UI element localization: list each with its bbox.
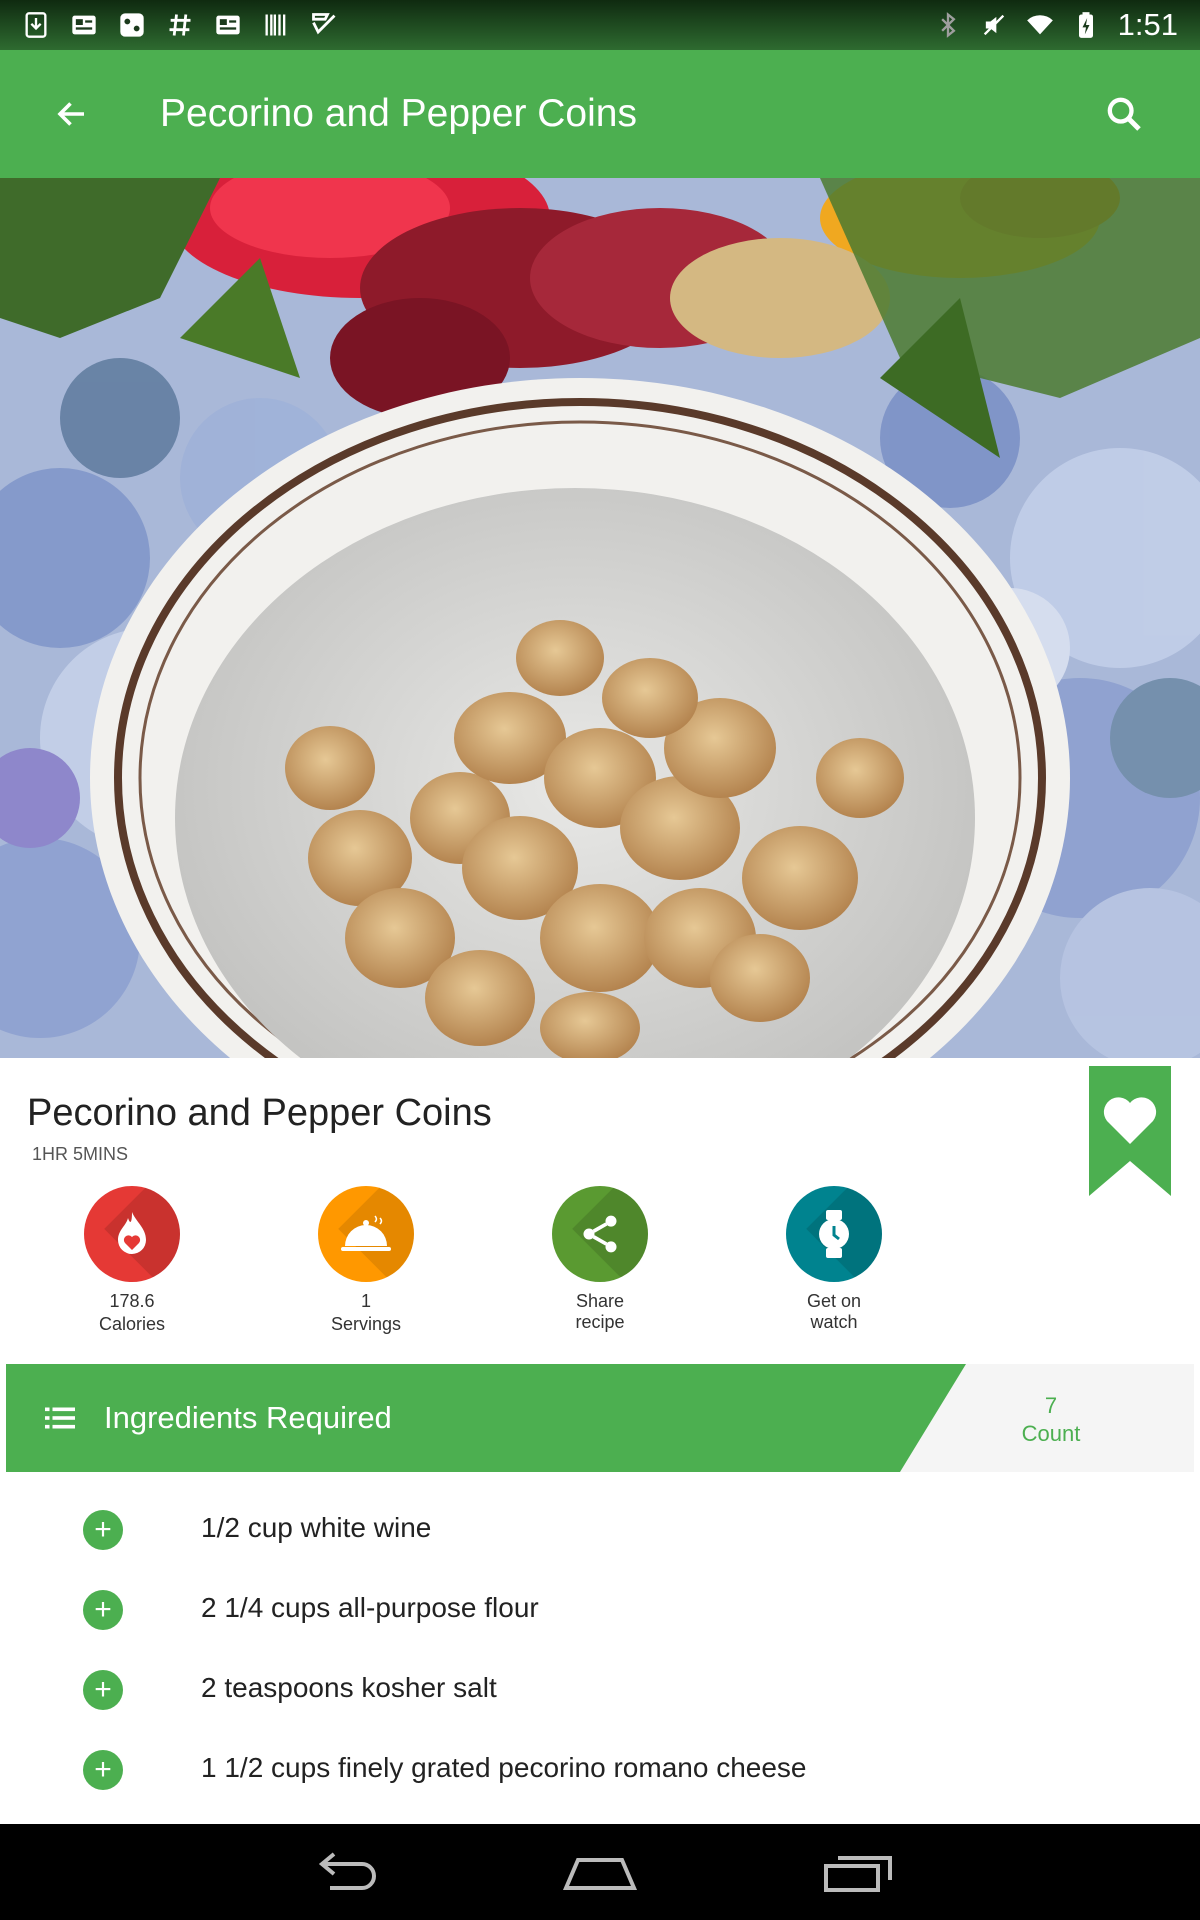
stat-servings: 1 Servings [306,1186,426,1336]
mute-icon [983,14,1004,36]
ingredient-text: 1 1/2 cups finely grated pecorino romano… [201,1752,807,1783]
recipe-photo-illustration [0,178,1200,1058]
flame-heart-icon [84,1186,180,1282]
servings-label: Servings [330,1314,402,1334]
favorite-bookmark-button[interactable] [1089,1066,1171,1196]
ingredient-count-value: 7 [1044,1393,1058,1418]
nav-back-icon [318,1852,376,1890]
add-ingredient-button[interactable]: + [83,1590,123,1630]
task-icon [312,13,336,35]
list-item: + 1 1/2 cups finely grated pecorino roma… [0,1730,1200,1810]
share-icon [552,1186,648,1282]
game-icon [120,13,144,37]
recipe-card: Pecorino and Pepper Coins 1HR 5MINS 178.… [5,1062,1195,1362]
system-nav-bar [0,1824,1200,1920]
nav-back-button[interactable] [294,1842,394,1902]
list-item: + 2 teaspoons kosher salt [0,1650,1200,1730]
watch-label-line2: watch [810,1312,858,1332]
hashtag-icon [169,14,191,36]
status-bar: 1:51 [0,0,1200,50]
calories-label: Calories [98,1314,166,1334]
watch-icon [786,1186,882,1282]
battery-icon [1078,12,1093,38]
nav-home-button[interactable] [550,1842,650,1902]
share-label-line2: recipe [575,1312,625,1332]
download-icon [25,12,47,38]
ingredient-count: 7 Count [966,1392,1136,1448]
search-icon [1107,97,1141,131]
search-button[interactable] [1088,78,1160,150]
arrow-back-icon [57,102,84,126]
list-item: + 2 1/4 cups all-purpose flour [0,1570,1200,1650]
cloche-icon [318,1186,414,1282]
list-item: + 1/2 cup white wine [0,1490,1200,1570]
ingredient-list: + 1/2 cup white wine + 2 1/4 cups all-pu… [0,1490,1200,1810]
ingredients-header: Ingredients Required 7 Count [6,1364,1194,1472]
bluetooth-icon [940,12,956,38]
list-icon [45,1407,75,1429]
heart-bookmark-icon [1089,1066,1171,1196]
ingredients-header-title: Ingredients Required [104,1400,392,1435]
share-label-line1: Share [575,1291,625,1311]
app-bar-title: Pecorino and Pepper Coins [160,92,637,135]
wifi-icon [1026,15,1053,35]
app-bar: Pecorino and Pepper Coins [0,50,1200,178]
nav-recents-icon [824,1856,892,1892]
recipe-title: Pecorino and Pepper Coins [27,1092,492,1134]
share-recipe-button[interactable]: Share recipe [540,1186,660,1332]
ingredient-text: 2 teaspoons kosher salt [201,1672,497,1703]
add-ingredient-button[interactable]: + [83,1750,123,1790]
add-ingredient-button[interactable]: + [83,1510,123,1550]
add-ingredient-button[interactable]: + [83,1670,123,1710]
servings-value: 1 [360,1291,371,1311]
ingredient-text: 2 1/4 cups all-purpose flour [201,1592,539,1623]
recipe-time: 1HR 5MINS [32,1144,129,1164]
news-icon [72,15,96,35]
get-on-watch-button[interactable]: Get on watch [774,1186,894,1332]
calories-value: 178.6 [109,1291,155,1311]
ingredient-text: 1/2 cup white wine [201,1512,432,1543]
barcode-icon [265,14,286,36]
ingredient-count-label: Count [1021,1421,1081,1446]
recipe-photo [0,178,1200,1058]
nav-home-icon [562,1858,638,1890]
watch-label-line1: Get on [806,1291,862,1311]
back-button[interactable] [36,78,108,150]
clock-time: 1:51 [1117,7,1178,42]
nav-recents-button[interactable] [808,1842,908,1902]
stat-calories: 178.6 Calories [72,1186,192,1336]
news-icon [216,15,240,35]
